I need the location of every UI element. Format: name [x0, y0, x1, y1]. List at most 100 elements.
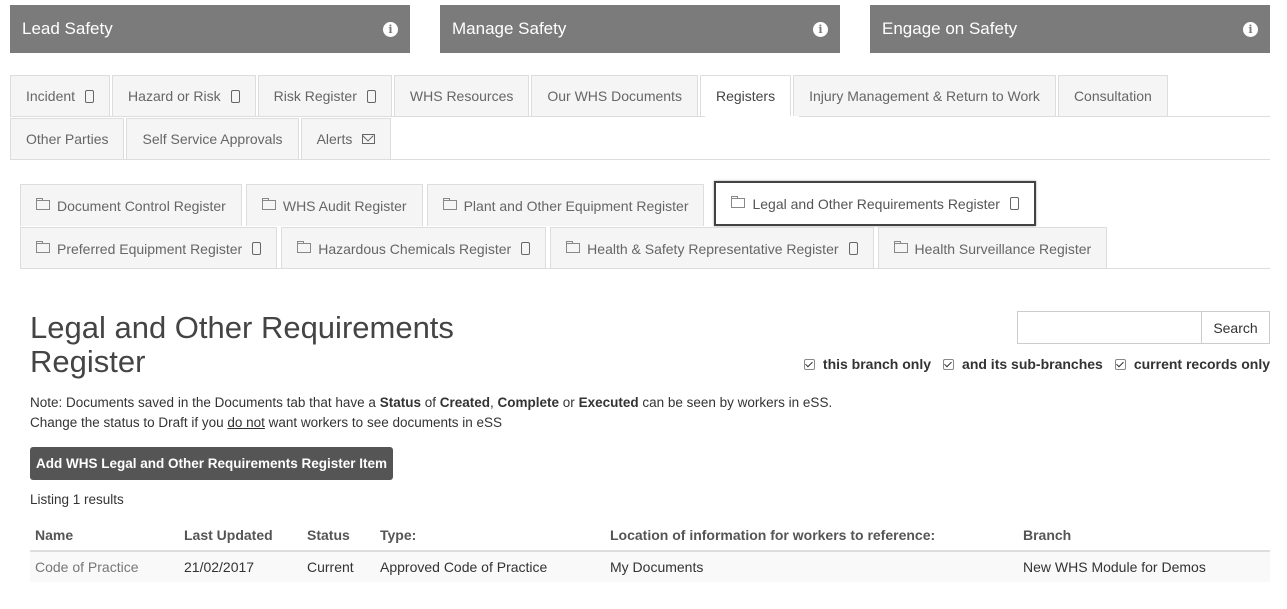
note-text: Created — [439, 395, 491, 410]
column-header-status[interactable]: Status — [302, 520, 375, 552]
subtab-whs-audit-register[interactable]: WHS Audit Register — [245, 184, 423, 226]
filter-checkboxes: this branch only and its sub-branches cu… — [792, 356, 1270, 372]
page-title-line: Register — [30, 344, 146, 379]
subtab-preferred-equipment-register[interactable]: Preferred Equipment Register — [20, 227, 278, 269]
note-text: Note: Documents saved in the Documents t… — [30, 395, 380, 410]
sub-branches-checkbox[interactable] — [943, 358, 955, 370]
tab-label: Alerts — [316, 131, 353, 147]
note-line-2: Change the status to Draft if you do not… — [30, 413, 832, 433]
tab-self-service-approvals[interactable]: Self Service Approvals — [126, 118, 299, 159]
page-title: Legal and Other Requirements Register — [30, 311, 490, 379]
note-text: of — [420, 395, 440, 410]
tab-hazard-or-risk[interactable]: Hazard or Risk — [112, 75, 256, 116]
subtab-document-control-register[interactable]: Document Control Register — [20, 184, 242, 226]
search-input[interactable] — [1017, 311, 1202, 344]
subtab-label: Plant and Other Equipment Register — [463, 197, 689, 214]
subtab-label: Health & Safety Representative Register — [587, 240, 839, 257]
panel-label: Manage Safety — [452, 19, 567, 38]
tab-alerts[interactable]: Alerts — [300, 118, 392, 159]
register-tabs-row-1: Document Control Register WHS Audit Regi… — [20, 181, 1040, 226]
this-branch-checkbox[interactable] — [803, 358, 815, 370]
column-header-location[interactable]: Location of information for workers to r… — [605, 520, 1018, 552]
tab-other-parties[interactable]: Other Parties — [10, 118, 125, 159]
listing-count: Listing 1 results — [30, 492, 124, 507]
tab-registers[interactable]: Registers — [699, 75, 792, 116]
cell-name[interactable]: Code of Practice — [30, 551, 179, 582]
panel-label: Lead Safety — [22, 19, 113, 38]
tab-consultation[interactable]: Consultation — [1057, 75, 1168, 116]
tab-divider — [10, 159, 1270, 160]
tab-our-whs-documents[interactable]: Our WHS Documents — [531, 75, 698, 116]
tab-label: Registers — [715, 88, 776, 104]
main-tabs-row-1: Incident Hazard or Risk Risk Register WH… — [10, 75, 1170, 116]
current-records-label: current records only — [1133, 356, 1270, 372]
envelope-icon — [362, 134, 376, 144]
tab-label: Incident — [26, 88, 76, 104]
tab-label: Hazard or Risk — [128, 88, 221, 104]
subtab-label: Hazardous Chemicals Register — [318, 240, 512, 257]
this-branch-label: this branch only — [822, 356, 932, 372]
subtab-legal-and-other-requirements-register[interactable]: Legal and Other Requirements Register — [714, 181, 1036, 226]
cell-location: My Documents — [605, 551, 1018, 582]
subtab-plant-and-other-equipment-register[interactable]: Plant and Other Equipment Register — [426, 184, 705, 226]
column-header-branch[interactable]: Branch — [1018, 520, 1270, 552]
column-header-last-updated[interactable]: Last Updated — [179, 520, 302, 552]
folder-icon — [566, 240, 581, 253]
cell-status: Current — [302, 551, 375, 582]
tab-label: WHS Resources — [409, 88, 514, 104]
note-line-1: Note: Documents saved in the Documents t… — [30, 393, 832, 413]
tab-injury-management[interactable]: Injury Management & Return to Work — [793, 75, 1056, 116]
mobile-icon — [848, 242, 858, 255]
sub-branches-label: and its sub-branches — [962, 356, 1103, 372]
note-text: want workers to see documents in eSS — [264, 415, 503, 430]
column-header-name[interactable]: Name — [30, 520, 179, 552]
tab-divider — [10, 116, 705, 117]
folder-icon — [261, 197, 276, 210]
subtab-label: Legal and Other Requirements Register — [752, 195, 1000, 212]
info-icon[interactable]: i — [383, 21, 398, 37]
note-text: Change the status to Draft if you — [30, 415, 228, 430]
cell-branch: New WHS Module for Demos — [1018, 551, 1270, 582]
add-register-item-button[interactable]: Add WHS Legal and Other Requirements Reg… — [30, 447, 393, 480]
tab-label: Risk Register — [273, 88, 357, 104]
note-text: or — [559, 395, 579, 410]
table-header-row: Name Last Updated Status Type: Location … — [30, 520, 1270, 552]
current-records-checkbox[interactable] — [1114, 358, 1126, 370]
tab-risk-register[interactable]: Risk Register — [257, 75, 392, 116]
folder-icon — [893, 240, 908, 253]
info-icon[interactable]: i — [1243, 21, 1258, 37]
subtab-health-surveillance-register[interactable]: Health Surveillance Register — [877, 227, 1108, 269]
mobile-icon — [521, 242, 531, 255]
mobile-icon — [1009, 197, 1019, 210]
register-table: Name Last Updated Status Type: Location … — [30, 520, 1270, 582]
panel-label: Engage on Safety — [882, 19, 1018, 38]
table-row[interactable]: Code of Practice 21/02/2017 Current Appr… — [30, 551, 1270, 582]
info-icon[interactable]: i — [813, 21, 828, 37]
register-tabs-row-2: Preferred Equipment Register Hazardous C… — [20, 227, 1111, 269]
subtab-label: Health Surveillance Register — [914, 240, 1092, 257]
column-header-type[interactable]: Type: — [375, 520, 605, 552]
note-text: Status — [379, 395, 421, 410]
tab-whs-resources[interactable]: WHS Resources — [393, 75, 530, 116]
mobile-icon — [230, 89, 240, 103]
folder-icon — [731, 195, 746, 208]
subtab-label: Document Control Register — [57, 197, 226, 214]
cell-last-updated: 21/02/2017 — [179, 551, 302, 582]
folder-icon — [36, 240, 50, 253]
subtab-hazardous-chemicals-register[interactable]: Hazardous Chemicals Register — [281, 227, 547, 269]
tab-incident[interactable]: Incident — [10, 75, 111, 116]
panel-manage-safety[interactable]: Manage Safety i — [440, 5, 840, 53]
panel-lead-safety[interactable]: Lead Safety i — [10, 5, 410, 53]
subtab-health-safety-representative-register[interactable]: Health & Safety Representative Register — [550, 227, 874, 269]
note-text: do not — [227, 415, 265, 430]
note-text: can be seen by workers in eSS. — [638, 395, 833, 410]
note-text: Executed — [578, 395, 639, 410]
status-note: Note: Documents saved in the Documents t… — [30, 393, 832, 433]
subtab-label: Preferred Equipment Register — [57, 240, 243, 257]
tab-label: Consultation — [1073, 88, 1152, 104]
panel-engage-on-safety[interactable]: Engage on Safety i — [870, 5, 1270, 53]
page-title-line: Legal and Other Requirements — [30, 310, 454, 345]
tab-label: Other Parties — [26, 131, 109, 147]
search-button[interactable]: Search — [1201, 311, 1270, 344]
folder-icon — [36, 197, 50, 210]
